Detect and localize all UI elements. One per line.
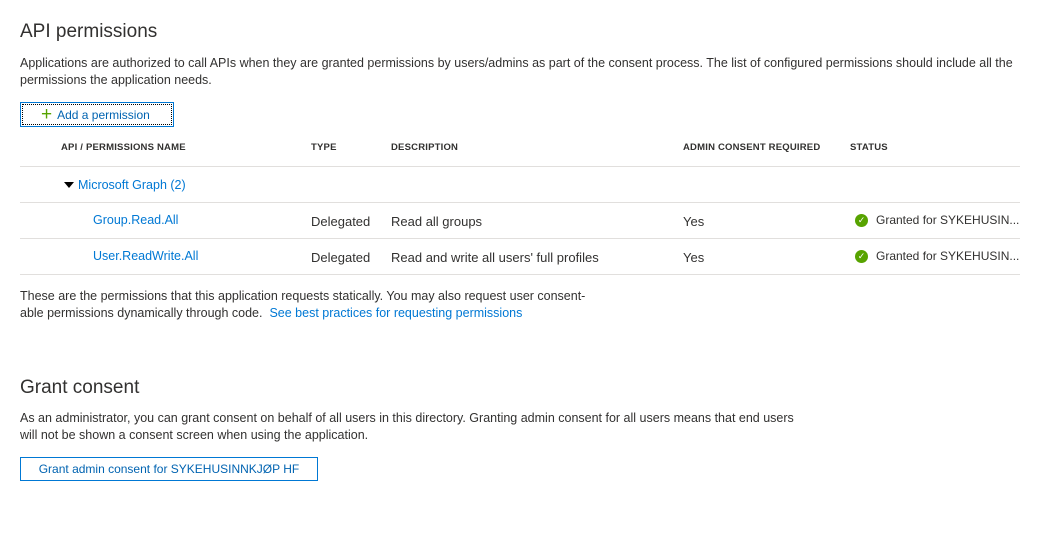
grant-consent-title: Grant consent	[20, 377, 140, 398]
column-header-admin-consent[interactable]: ADMIN CONSENT REQUIRED	[683, 142, 820, 153]
admin-consent-required: Yes	[683, 214, 705, 229]
admin-consent-required: Yes	[683, 250, 705, 265]
header-divider	[20, 166, 1020, 167]
status-badge: ✓ Granted for SYKEHUSIN...	[855, 249, 1019, 263]
permission-description: Read all groups	[391, 214, 483, 229]
column-header-description[interactable]: DESCRIPTION	[391, 142, 458, 153]
column-header-name[interactable]: API / PERMISSIONS NAME	[61, 142, 186, 153]
plus-icon: +	[41, 103, 53, 125]
permission-description: Read and write all users' full profiles	[391, 250, 599, 265]
best-practices-link[interactable]: See best practices for requesting permis…	[269, 306, 522, 320]
permission-type: Delegated	[311, 214, 371, 229]
grant-admin-consent-label: Grant admin consent for SYKEHUSINNKJØP H…	[38, 462, 300, 476]
grant-admin-consent-button[interactable]: Grant admin consent for SYKEHUSINNKJØP H…	[20, 457, 318, 481]
permission-name-link[interactable]: Group.Read.All	[93, 213, 178, 227]
status-badge: ✓ Granted for SYKEHUSIN...	[855, 213, 1019, 227]
page-title: API permissions	[20, 21, 158, 42]
api-permissions-description: Applications are authorized to call APIs…	[20, 56, 1013, 87]
column-header-type[interactable]: TYPE	[311, 142, 337, 153]
status-text: Granted for SYKEHUSIN...	[876, 249, 1020, 263]
footnote-line-2: able permissions dynamically through cod…	[20, 306, 263, 320]
add-permission-button[interactable]: + Add a permission	[20, 102, 174, 127]
permissions-footnote: These are the permissions that this appl…	[20, 288, 640, 322]
status-text: Granted for SYKEHUSIN...	[876, 213, 1020, 227]
table-bottom-divider	[20, 274, 1020, 275]
grant-consent-description: As an administrator, you can grant conse…	[20, 411, 794, 442]
group-row-microsoft-graph[interactable]: Microsoft Graph (2)	[64, 178, 186, 192]
check-circle-icon: ✓	[855, 249, 868, 263]
check-circle-icon: ✓	[855, 213, 868, 227]
add-permission-label: Add a permission	[57, 107, 150, 122]
group-label: Microsoft Graph (2)	[78, 178, 186, 192]
column-header-status[interactable]: STATUS	[850, 142, 888, 153]
caret-down-icon	[64, 182, 74, 188]
permission-type: Delegated	[311, 250, 371, 265]
api-permissions-page: API permissions Applications are authori…	[0, 0, 1056, 547]
permission-name-link[interactable]: User.ReadWrite.All	[93, 249, 198, 263]
row-divider	[20, 202, 1020, 203]
row-divider	[20, 238, 1020, 239]
footnote-line-1: These are the permissions that this appl…	[20, 289, 586, 303]
